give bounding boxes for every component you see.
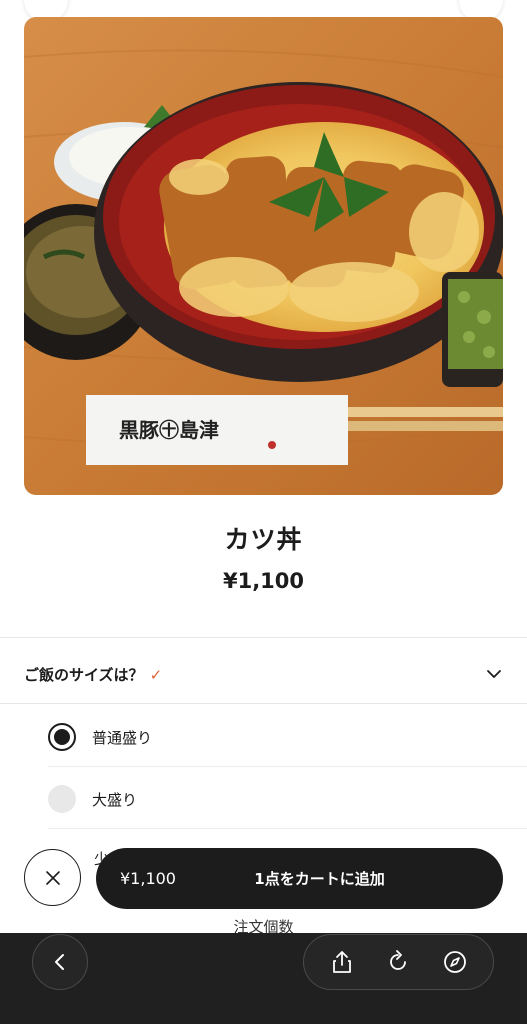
close-button[interactable] — [24, 849, 81, 906]
option-divider — [48, 828, 527, 829]
chevron-left-icon — [55, 954, 64, 970]
section-divider — [0, 703, 527, 704]
checkmark-icon: ✓ — [149, 665, 163, 684]
radio-unselected[interactable] — [48, 785, 76, 813]
option-divider — [48, 766, 527, 767]
option-label: 大盛り — [92, 790, 138, 809]
rice-size-option[interactable]: 普通盛り — [48, 706, 527, 768]
section-divider — [0, 637, 527, 638]
browser-tools — [303, 934, 494, 990]
rice-size-section-header[interactable]: ご飯のサイズは？ ✓ — [24, 654, 503, 694]
rice-size-option[interactable]: 大盛り — [48, 768, 527, 830]
item-name: カツ丼 — [224, 525, 303, 554]
back-button[interactable] — [32, 934, 88, 990]
section-title: ご飯のサイズは？ — [24, 665, 144, 684]
reload-icon[interactable] — [378, 942, 418, 982]
radio-selected[interactable] — [48, 723, 76, 751]
item-price: ¥1,100 — [222, 569, 305, 593]
option-label: 普通盛り — [92, 728, 153, 747]
compass-icon[interactable] — [435, 942, 475, 982]
add-to-cart-button[interactable]: ¥1,100 1点をカートに追加 — [96, 848, 503, 909]
chevron-down-icon[interactable] — [485, 665, 503, 683]
share-icon[interactable] — [322, 942, 362, 982]
item-photo: 黒豚㊉島津 — [24, 17, 503, 495]
chopstick-sleeve-brand: 黒豚㊉島津 — [119, 418, 219, 442]
close-icon — [45, 870, 60, 885]
add-to-cart-label: 1点をカートに追加 — [254, 870, 385, 888]
